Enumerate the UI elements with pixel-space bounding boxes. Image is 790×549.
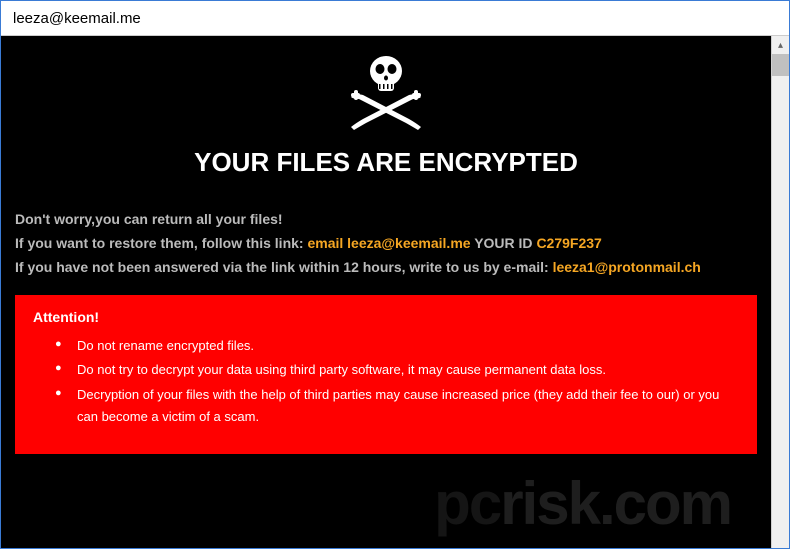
list-item: Do not rename encrypted files. bbox=[55, 335, 739, 357]
app-window: leeza@keemail.me bbox=[0, 0, 790, 549]
vertical-scrollbar[interactable]: ▴ bbox=[771, 36, 789, 548]
backup-email: leeza1@protonmail.ch bbox=[553, 259, 701, 275]
contact-email: email leeza@keemail.me bbox=[307, 235, 470, 251]
watermark-prefix: pc bbox=[434, 470, 500, 537]
scroll-up-arrow-icon[interactable]: ▴ bbox=[772, 36, 789, 54]
main-content: YOUR FILES ARE ENCRYPTED Don't worry,you… bbox=[1, 36, 771, 548]
line2-prefix: If you want to restore them, follow this… bbox=[15, 235, 307, 251]
attention-box: Attention! Do not rename encrypted files… bbox=[15, 295, 757, 453]
headline: YOUR FILES ARE ENCRYPTED bbox=[15, 147, 757, 178]
attention-list: Do not rename encrypted files. Do not tr… bbox=[33, 335, 739, 427]
watermark: pcrisk.com bbox=[434, 469, 731, 538]
list-item: Decryption of your files with the help o… bbox=[55, 384, 739, 428]
line3: If you have not been answered via the li… bbox=[15, 256, 757, 280]
body-text: Don't worry,you can return all your file… bbox=[15, 208, 757, 279]
line2: If you want to restore them, follow this… bbox=[15, 232, 757, 256]
line1: Don't worry,you can return all your file… bbox=[15, 208, 757, 232]
attention-title: Attention! bbox=[33, 309, 739, 325]
content-wrapper: YOUR FILES ARE ENCRYPTED Don't worry,you… bbox=[1, 36, 789, 548]
yourid-label: YOUR ID bbox=[471, 235, 537, 251]
skull-container bbox=[15, 44, 757, 147]
skull-swords-icon bbox=[341, 49, 431, 139]
line3-prefix: If you have not been answered via the li… bbox=[15, 259, 553, 275]
scroll-thumb[interactable] bbox=[772, 54, 789, 76]
watermark-suffix: risk.com bbox=[500, 470, 731, 537]
list-item: Do not try to decrypt your data using th… bbox=[55, 359, 739, 381]
window-title: leeza@keemail.me bbox=[13, 10, 141, 27]
window-titlebar[interactable]: leeza@keemail.me bbox=[1, 1, 789, 36]
your-id-value: C279F237 bbox=[536, 235, 601, 251]
